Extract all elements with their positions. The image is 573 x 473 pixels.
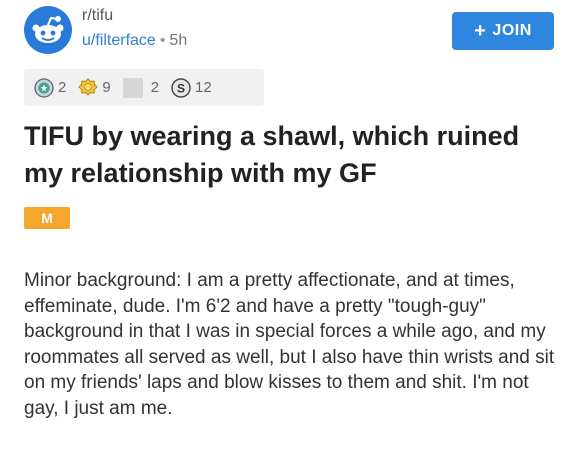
join-label: JOIN <box>492 22 532 39</box>
svg-text:S: S <box>177 81 185 95</box>
award-count: 2 <box>58 78 67 96</box>
post-title[interactable]: TIFU by wearing a shawl, which ruined my… <box>24 118 564 192</box>
award-dollar: S 12 <box>171 77 212 98</box>
award-count: 2 <box>150 78 160 96</box>
post-age: 5h <box>169 32 188 49</box>
plus-icon: + <box>474 20 487 42</box>
award-placeholder: 2 <box>122 77 160 98</box>
award-count: 9 <box>102 78 111 96</box>
post-flair[interactable]: M <box>24 207 70 229</box>
award-count: 12 <box>195 78 212 96</box>
gold-award-icon <box>78 77 99 96</box>
silver-coin-icon <box>34 77 54 98</box>
awards-bar[interactable]: 2 9 2 S 12 <box>24 69 264 106</box>
dollar-coin-icon: S <box>171 77 191 98</box>
subreddit-avatar[interactable] <box>24 6 72 54</box>
reddit-alien-icon <box>32 16 64 43</box>
award-gold: 9 <box>78 77 111 98</box>
join-button[interactable]: + JOIN <box>452 12 554 50</box>
placeholder-award-icon <box>122 77 143 98</box>
post-meta: r/tifu u/filterface • 5h <box>82 6 187 52</box>
award-silver: 2 <box>34 77 67 98</box>
username-link[interactable]: u/filterface <box>82 32 156 49</box>
subreddit-name[interactable]: r/tifu <box>82 6 187 26</box>
post-header: r/tifu u/filterface • 5h + JOIN <box>24 6 554 60</box>
post-body: Minor background: I am a pretty affectio… <box>24 270 555 419</box>
user-line: u/filterface • 5h <box>82 30 187 52</box>
separator-dot: • <box>159 32 166 49</box>
